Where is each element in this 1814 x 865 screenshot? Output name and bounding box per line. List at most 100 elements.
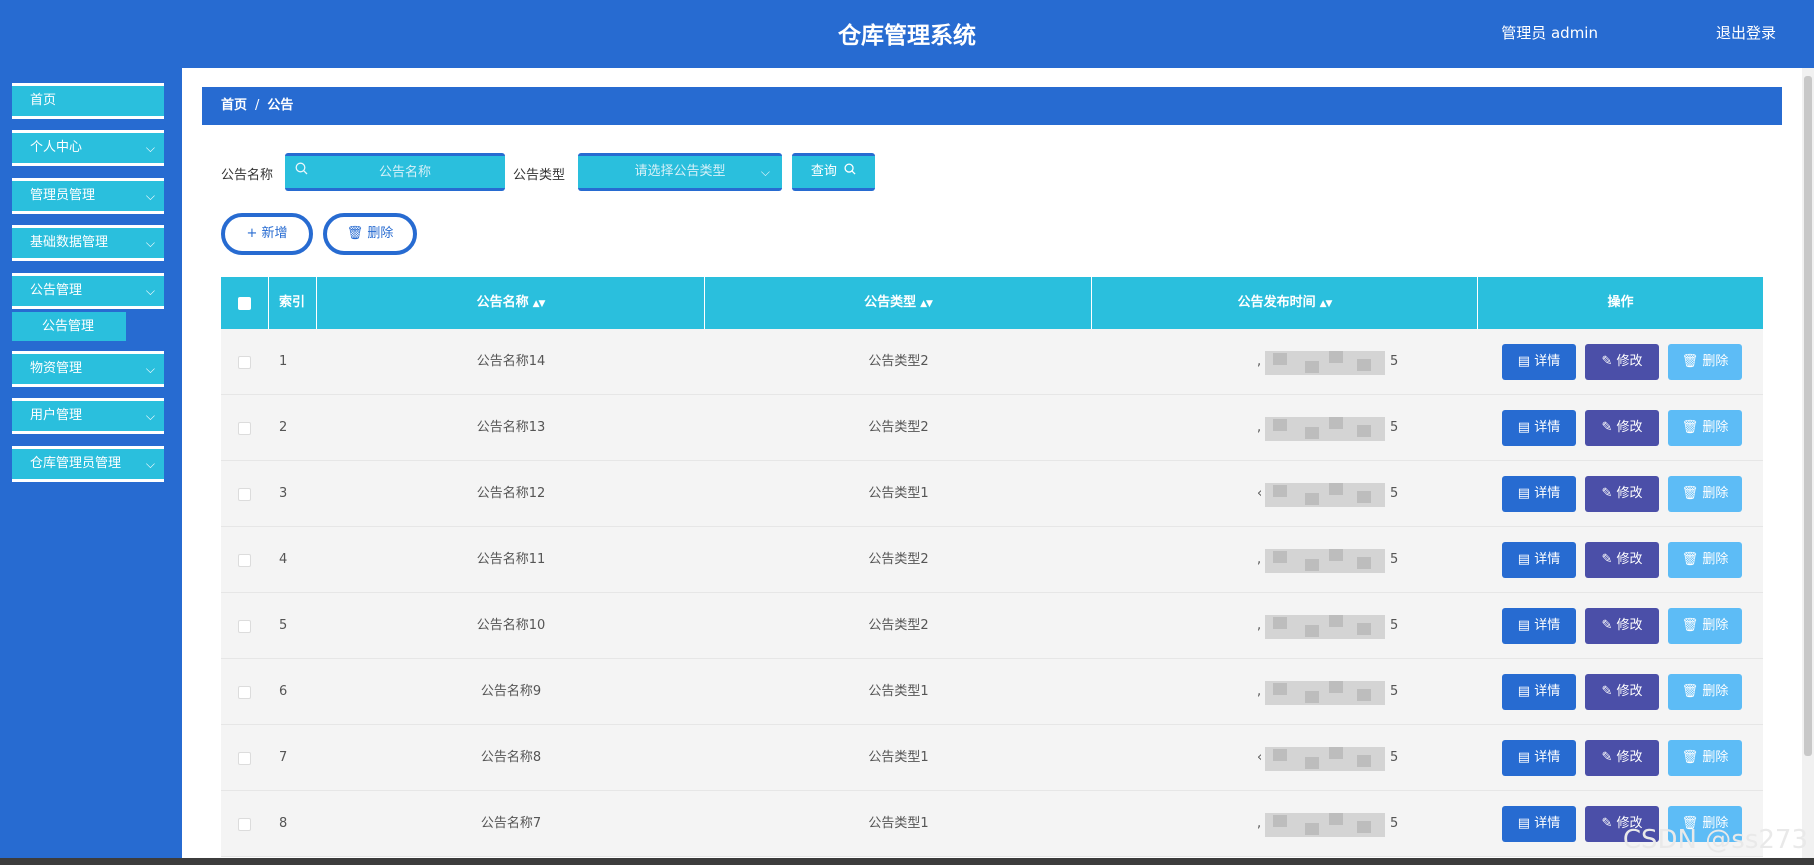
notice-name-input[interactable] — [315, 156, 495, 188]
plus-icon: + — [246, 226, 258, 241]
detail-button[interactable]: ▤ 详情 — [1502, 410, 1576, 446]
row-time-prefix: ‹ — [1257, 486, 1263, 501]
add-button[interactable]: + 新增 — [221, 213, 313, 255]
row-checkbox[interactable] — [238, 356, 251, 369]
row-name: 公告名称11 — [476, 552, 546, 567]
detail-button[interactable]: ▤ 详情 — [1502, 344, 1576, 380]
sidebar-subitem-notice[interactable]: 公告管理 — [12, 312, 126, 341]
delete-button[interactable]: 🗑 删除 — [1668, 410, 1742, 446]
sort-icon[interactable]: ▲▼ — [1320, 299, 1333, 309]
header-name[interactable]: 公告名称 ▲▼ — [317, 277, 705, 329]
detail-button[interactable]: ▤ 详情 — [1502, 542, 1576, 578]
notice-type-placeholder: 请选择公告类型 — [634, 164, 726, 179]
delete-button[interactable]: 🗑 删除 — [1668, 608, 1742, 644]
detail-button[interactable]: ▤ 详情 — [1502, 608, 1576, 644]
sidebar-item-admin[interactable]: 管理员管理 ⌵ — [12, 178, 164, 214]
sidebar-item-profile[interactable]: 个人中心 ⌵ — [12, 130, 164, 166]
row-time-prefix: , — [1257, 684, 1262, 699]
row-index: 5 — [279, 618, 288, 633]
edit-button[interactable]: ✎ 修改 — [1585, 674, 1659, 710]
header-index: 索引 — [269, 277, 317, 329]
table-row: 4 公告名称11 公告类型2, 5 ▤ 详情 ✎ 修改 🗑 删除 — [221, 527, 1763, 593]
row-checkbox[interactable] — [238, 686, 251, 699]
sidebar-item-notice[interactable]: 公告管理 ⌵ — [12, 273, 164, 309]
row-checkbox[interactable] — [238, 488, 251, 501]
scrollbar-thumb[interactable] — [1804, 76, 1812, 756]
edit-button[interactable]: ✎ 修改 — [1585, 344, 1659, 380]
row-type: 公告类型2 — [868, 354, 929, 369]
chevron-down-icon: ⌵ — [145, 362, 155, 376]
chevron-down-icon: ⌵ — [145, 236, 155, 250]
row-checkbox[interactable] — [238, 620, 251, 633]
row-checkbox[interactable] — [238, 422, 251, 435]
logout-link[interactable]: 退出登录 — [1716, 22, 1776, 43]
trash-icon: 🗑 — [1681, 552, 1699, 567]
table-row: 3 公告名称12 公告类型1 ‹ 5 ▤ 详情 ✎ 修改 🗑 删除 — [221, 461, 1763, 527]
detail-button-label: 详情 — [1534, 750, 1561, 765]
breadcrumb-home[interactable]: 首页 — [221, 98, 247, 113]
row-time-prefix: , — [1257, 618, 1262, 633]
row-time-prefix: , — [1257, 552, 1262, 567]
sort-icon[interactable]: ▲▼ — [533, 299, 546, 309]
delete-button[interactable]: 🗑 删除 — [1668, 740, 1742, 776]
pencil-icon: ✎ — [1601, 486, 1613, 501]
header-type[interactable]: 公告类型 ▲▼ — [705, 277, 1092, 329]
detail-button-label: 详情 — [1534, 486, 1561, 501]
delete-button[interactable]: 🗑 删除 — [1668, 542, 1742, 578]
edit-button[interactable]: ✎ 修改 — [1585, 476, 1659, 512]
edit-button[interactable]: ✎ 修改 — [1585, 542, 1659, 578]
trash-icon: 🗑 — [1681, 486, 1699, 501]
row-checkbox[interactable] — [238, 818, 251, 831]
sidebar-item-base-data[interactable]: 基础数据管理 ⌵ — [12, 225, 164, 261]
sidebar-item-materials[interactable]: 物资管理 ⌵ — [12, 351, 164, 387]
detail-button[interactable]: ▤ 详情 — [1502, 740, 1576, 776]
detail-button[interactable]: ▤ 详情 — [1502, 674, 1576, 710]
edit-button[interactable]: ✎ 修改 — [1585, 740, 1659, 776]
sidebar-item-warehouse-admin[interactable]: 仓库管理员管理 ⌵ — [12, 446, 164, 482]
bulk-delete-button[interactable]: 🗑 删除 — [323, 213, 417, 255]
sidebar-item-home[interactable]: 首页 — [12, 83, 164, 119]
edit-button[interactable]: ✎ 修改 — [1585, 410, 1659, 446]
detail-button-label: 详情 — [1534, 420, 1561, 435]
row-time-suffix: 5 — [1390, 354, 1399, 369]
trash-icon: 🗑 — [1681, 420, 1699, 435]
sidebar-item-label: 基础数据管理 — [30, 235, 109, 250]
detail-button-label: 详情 — [1534, 354, 1561, 369]
row-time-suffix: 5 — [1390, 618, 1399, 633]
breadcrumb: 首页 / 公告 — [202, 87, 1782, 125]
detail-button-label: 详情 — [1534, 816, 1561, 831]
trash-icon: 🗑 — [1681, 750, 1699, 765]
watermark: CSDN @ss273 — [1622, 825, 1808, 855]
delete-button[interactable]: 🗑 删除 — [1668, 344, 1742, 380]
select-all-checkbox[interactable] — [238, 297, 251, 310]
notice-type-select[interactable]: 请选择公告类型 ⌵ — [578, 153, 782, 191]
header-time-label: 公告发布时间 — [1237, 295, 1316, 310]
notice-name-field[interactable] — [285, 153, 505, 191]
row-checkbox[interactable] — [238, 554, 251, 567]
detail-button-label: 详情 — [1534, 618, 1561, 633]
sort-icon[interactable]: ▲▼ — [920, 299, 933, 309]
header-time[interactable]: 公告发布时间 ▲▼ — [1092, 277, 1478, 329]
vertical-scrollbar[interactable] — [1802, 68, 1814, 858]
delete-button-label: 删除 — [1702, 750, 1729, 765]
delete-button[interactable]: 🗑 删除 — [1668, 476, 1742, 512]
row-checkbox[interactable] — [238, 752, 251, 765]
edit-button-label: 修改 — [1616, 552, 1643, 567]
sidebar-item-label: 公告管理 — [30, 283, 83, 298]
pencil-icon: ✎ — [1601, 684, 1613, 699]
sidebar-item-label: 物资管理 — [30, 361, 83, 376]
delete-button-label: 删除 — [1702, 618, 1729, 633]
sidebar-item-users[interactable]: 用户管理 ⌵ — [12, 398, 164, 434]
edit-button[interactable]: ✎ 修改 — [1585, 608, 1659, 644]
row-time-prefix: , — [1257, 354, 1262, 369]
delete-button[interactable]: 🗑 删除 — [1668, 674, 1742, 710]
row-type: 公告类型1 — [868, 486, 929, 501]
top-header: 仓库管理系统 管理员 admin 退出登录 — [0, 0, 1814, 68]
row-time-prefix: , — [1257, 420, 1262, 435]
query-button[interactable]: 查询 — [792, 153, 875, 191]
edit-button-label: 修改 — [1616, 486, 1643, 501]
row-time: ,5 — [1092, 593, 1478, 659]
detail-button[interactable]: ▤ 详情 — [1502, 476, 1576, 512]
detail-button[interactable]: ▤ 详情 — [1502, 806, 1576, 842]
row-time-suffix: 5 — [1390, 486, 1399, 501]
